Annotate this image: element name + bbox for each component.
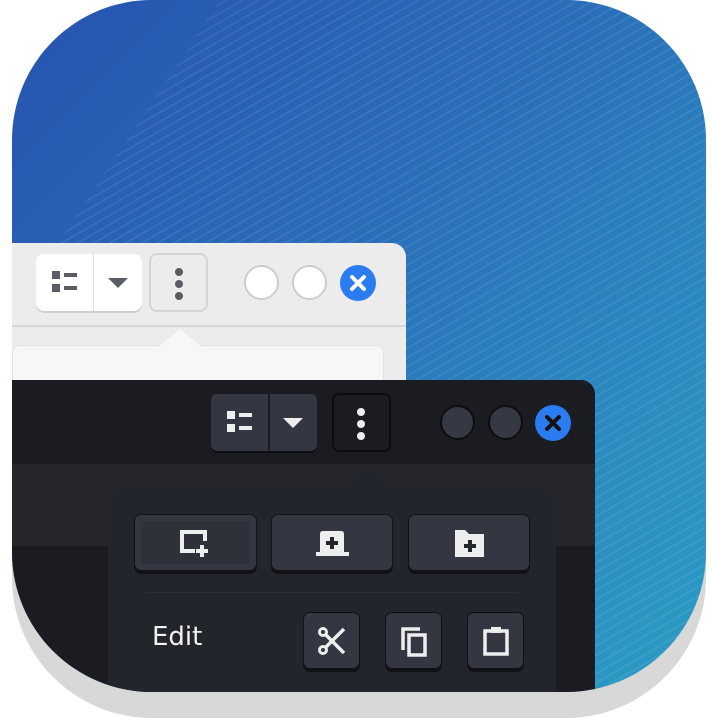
- light-close-button[interactable]: [340, 265, 376, 301]
- dark-maximize-button[interactable]: [488, 405, 523, 440]
- new-window-icon: [180, 530, 208, 557]
- dark-close-button[interactable]: [535, 405, 571, 441]
- light-popover-arrow: [158, 329, 202, 347]
- popover-divider: [146, 592, 518, 593]
- copy-button[interactable]: [385, 612, 442, 669]
- new-folder-icon: [455, 530, 484, 557]
- paste-button[interactable]: [467, 612, 524, 669]
- light-menu-button[interactable]: [149, 253, 208, 312]
- paste-icon: [483, 627, 509, 656]
- dark-view-button[interactable]: [211, 394, 317, 451]
- light-view-button[interactable]: [36, 254, 142, 311]
- new-tab-icon: [316, 531, 349, 556]
- kebab-menu-icon: [175, 268, 183, 300]
- list-view-icon: [227, 411, 252, 432]
- dark-menu-button[interactable]: [332, 393, 391, 452]
- new-folder-button[interactable]: [408, 514, 530, 571]
- kebab-menu-icon: [357, 408, 365, 440]
- chevron-down-icon: [283, 418, 303, 428]
- cut-icon: [318, 627, 346, 655]
- new-tab-button[interactable]: [271, 514, 393, 571]
- close-icon: [545, 415, 561, 431]
- copy-icon: [401, 627, 427, 657]
- cut-button[interactable]: [303, 612, 360, 669]
- menu-popover: [108, 488, 556, 692]
- app-icon: Edit: [12, 0, 706, 692]
- popover-arrow: [348, 466, 394, 490]
- close-icon: [350, 275, 366, 291]
- light-maximize-button[interactable]: [292, 265, 327, 300]
- light-minimize-button[interactable]: [244, 265, 279, 300]
- dark-minimize-button[interactable]: [440, 405, 475, 440]
- light-header-divider: [12, 325, 406, 327]
- chevron-down-icon: [108, 278, 128, 288]
- list-view-icon: [52, 271, 77, 292]
- edit-section-label: Edit: [152, 622, 203, 652]
- new-window-button[interactable]: [134, 514, 257, 571]
